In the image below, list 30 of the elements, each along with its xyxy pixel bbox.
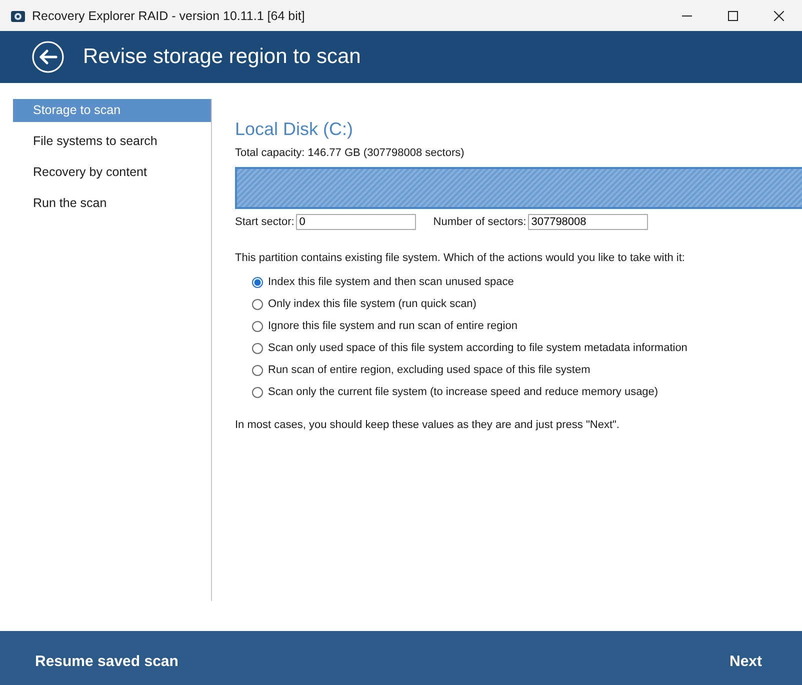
close-icon[interactable]	[774, 10, 784, 20]
radio-button[interactable]	[252, 364, 263, 376]
input-field[interactable]: 307798008	[528, 214, 648, 230]
window-title: Recovery Explorer RAID - version 10.11.1 [64 bit]	[32, 8, 306, 22]
radio-button[interactable]	[252, 342, 263, 354]
field-label: Start sector:	[235, 216, 294, 228]
hint-text: In most cases, you should keep these values as they are and just press "Next".	[235, 419, 620, 431]
input-field[interactable]: 0	[296, 214, 416, 230]
radio-button[interactable]	[252, 276, 263, 288]
resume-scan-button[interactable]: Resume saved scan	[35, 646, 178, 676]
sidebar-item[interactable]: Run the scan	[13, 192, 211, 215]
next-button[interactable]: Next	[729, 646, 762, 676]
radio-button[interactable]	[252, 320, 263, 332]
disk-title: Local Disk (C:)	[235, 119, 354, 140]
maximize-icon[interactable]	[728, 10, 738, 20]
option-label[interactable]: Scan only the current file system (to increase speed and reduce memory usage)	[268, 386, 658, 398]
option-label[interactable]: Ignore this file system and run scan of entire region	[268, 320, 518, 332]
page-title: Revise storage region to scan	[83, 45, 361, 69]
sidebar-item[interactable]: Recovery by content	[13, 161, 211, 184]
option-label[interactable]: Run scan of entire region, excluding used space of this file system	[268, 364, 590, 376]
radio-button[interactable]	[252, 298, 263, 310]
field-label: Number of sectors:	[433, 216, 526, 228]
back-icon[interactable]	[32, 41, 64, 73]
option-label[interactable]: Scan only used space of this file system according to file system metadata information	[268, 342, 688, 354]
sidebar-item[interactable]: File systems to search	[13, 130, 211, 153]
radio-button[interactable]	[252, 386, 263, 398]
option-label[interactable]: Index this file system and then scan unused space	[268, 276, 514, 288]
option-label[interactable]: Only index this file system (run quick scan)	[268, 298, 476, 310]
capacity-text: Total capacity: 146.77 GB (307798008 sectors)	[235, 147, 466, 159]
question-text: This partition contains existing file system. Which of the actions would you like to take with it:	[235, 252, 686, 264]
